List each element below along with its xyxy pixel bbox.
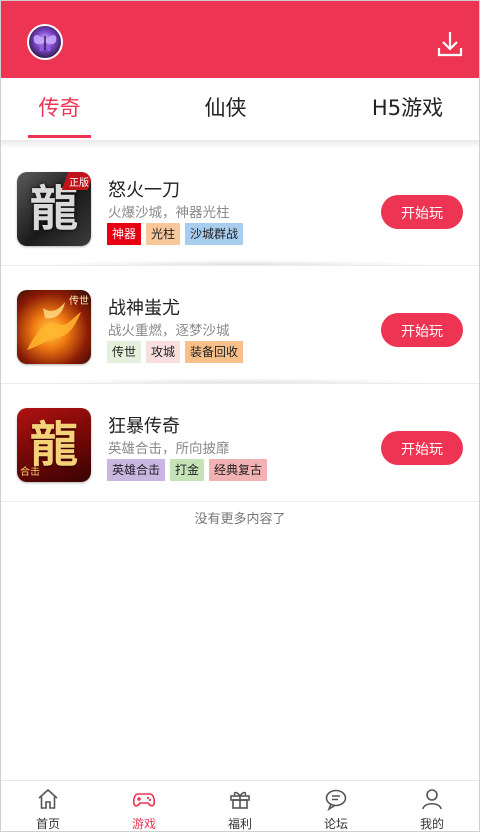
nav-label: 论坛 bbox=[323, 817, 348, 831]
tab-chuanqi[interactable]: 传奇 bbox=[22, 78, 97, 140]
tag: 沙城群战 bbox=[185, 223, 244, 245]
game-title[interactable]: 怒火一刀 bbox=[108, 176, 180, 202]
game-title[interactable]: 狂暴传奇 bbox=[108, 412, 180, 438]
tag: 打金 bbox=[170, 459, 205, 481]
game-icon-zhanshen[interactable]: 传世 bbox=[17, 290, 91, 364]
download-icon[interactable] bbox=[436, 30, 464, 58]
tag: 光柱 bbox=[146, 223, 181, 245]
game-description: 战火重燃，逐梦沙城 bbox=[108, 323, 230, 339]
game-list: 龍 正版 怒火一刀 火爆沙城，神器光柱 神器 光柱 沙城群战 开始玩 传世 战神蚩尤… bbox=[0, 148, 480, 502]
list-item[interactable]: 龍 正版 怒火一刀 火爆沙城，神器光柱 神器 光柱 沙城群战 开始玩 bbox=[0, 148, 480, 270]
nav-mine[interactable]: 我的 bbox=[384, 781, 480, 833]
nav-label: 首页 bbox=[35, 817, 60, 831]
game-description: 火爆沙城，神器光柱 bbox=[108, 205, 230, 221]
game-description: 英雄合击，所向披靡 bbox=[108, 441, 230, 457]
bottom-navigation: 首页 游戏 福利 论坛 我的 bbox=[0, 780, 480, 833]
nav-games[interactable]: 游戏 bbox=[96, 781, 192, 833]
list-end-message: 没有更多内容了 bbox=[194, 512, 286, 527]
icon-corner-label: 正版 bbox=[69, 178, 89, 189]
list-item[interactable]: 龍 合击 狂暴传奇 英雄合击，所向披靡 英雄合击 打金 经典复古 开始玩 bbox=[0, 384, 480, 502]
tag: 神器 bbox=[107, 223, 142, 245]
nav-welfare[interactable]: 福利 bbox=[192, 781, 288, 833]
game-icon-nuhuo[interactable]: 龍 正版 bbox=[17, 172, 91, 246]
tab-h5-games[interactable]: H5游戏 bbox=[360, 78, 455, 140]
game-title[interactable]: 战神蚩尤 bbox=[108, 294, 180, 320]
home-icon bbox=[38, 788, 58, 809]
start-play-button[interactable]: 开始玩 bbox=[381, 313, 463, 347]
tag-list: 神器 光柱 沙城群战 bbox=[107, 223, 248, 245]
tag: 攻城 bbox=[146, 341, 181, 363]
butterfly-logo-icon bbox=[33, 35, 57, 52]
active-tab-indicator bbox=[28, 135, 91, 138]
tag: 传世 bbox=[107, 341, 142, 363]
category-tabs: 传奇 仙侠 H5游戏 bbox=[0, 78, 480, 140]
tag-list: 传世 攻城 装备回收 bbox=[107, 341, 248, 363]
user-icon bbox=[422, 789, 442, 810]
tag: 经典复古 bbox=[209, 459, 268, 481]
tabs-divider bbox=[0, 140, 480, 148]
icon-corner-label: 传世 bbox=[69, 296, 89, 307]
chat-bubble-icon bbox=[325, 789, 347, 811]
tag-list: 英雄合击 打金 经典复古 bbox=[107, 459, 272, 481]
start-play-button[interactable]: 开始玩 bbox=[381, 195, 463, 229]
nav-label: 游戏 bbox=[131, 817, 156, 831]
nav-forum[interactable]: 论坛 bbox=[288, 781, 384, 833]
nav-label: 福利 bbox=[227, 817, 252, 831]
app-logo-avatar[interactable] bbox=[27, 24, 63, 60]
top-header bbox=[0, 0, 480, 78]
tag: 装备回收 bbox=[185, 341, 244, 363]
icon-corner-label: 合击 bbox=[20, 467, 40, 478]
nav-label: 我的 bbox=[419, 817, 444, 831]
game-icon-kuangbao[interactable]: 龍 合击 bbox=[17, 408, 91, 482]
gamepad-icon bbox=[132, 793, 156, 807]
gift-icon bbox=[230, 791, 250, 809]
tag: 英雄合击 bbox=[107, 459, 166, 481]
tab-xianxia[interactable]: 仙侠 bbox=[188, 78, 263, 140]
start-play-button[interactable]: 开始玩 bbox=[381, 431, 463, 465]
nav-home[interactable]: 首页 bbox=[0, 781, 96, 833]
list-item[interactable]: 传世 战神蚩尤 战火重燃，逐梦沙城 传世 攻城 装备回收 开始玩 bbox=[0, 266, 480, 388]
divider bbox=[0, 501, 480, 502]
